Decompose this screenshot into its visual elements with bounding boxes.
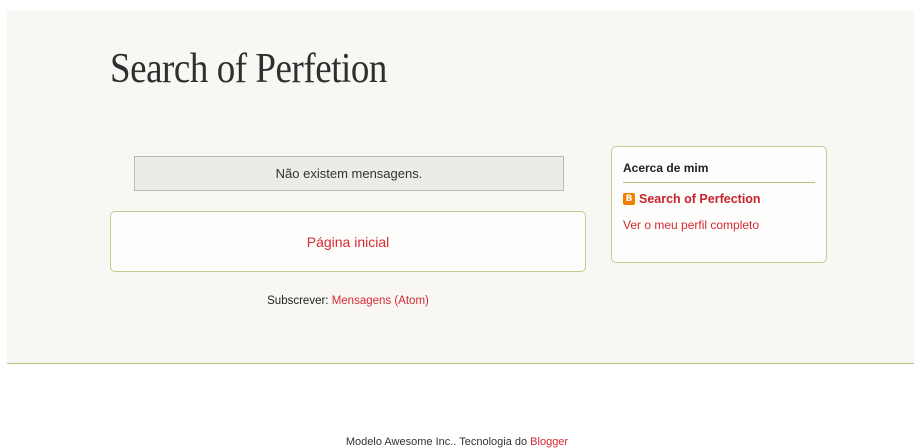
about-me-widget: Acerca de mim B Search of Perfection Ver…	[611, 146, 827, 263]
profile-row: B Search of Perfection	[623, 192, 815, 206]
no-posts-message: Não existem mensagens.	[134, 156, 564, 191]
subscribe-line: Subscrever: Mensagens (Atom)	[110, 295, 586, 307]
widget-title: Acerca de mim	[623, 161, 815, 183]
page-content-area: Search of Perfetion Não existem mensagen…	[7, 10, 914, 364]
atom-feed-link[interactable]: Mensagens (Atom)	[332, 295, 429, 307]
profile-name-link[interactable]: Search of Perfection	[639, 192, 761, 206]
subscribe-label: Subscrever:	[267, 295, 329, 307]
home-link-box: Página inicial	[110, 211, 586, 272]
blogger-icon: B	[623, 193, 635, 205]
blog-title[interactable]: Search of Perfetion	[110, 45, 387, 93]
blogger-link[interactable]: Blogger	[530, 436, 568, 448]
full-profile-link[interactable]: Ver o meu perfil completo	[623, 218, 815, 232]
footer-template-text: Modelo Awesome Inc.. Tecnologia do	[345, 436, 528, 448]
footer: Modelo Awesome Inc.. Tecnologia do Blogg…	[0, 436, 914, 448]
home-link[interactable]: Página inicial	[307, 234, 390, 250]
